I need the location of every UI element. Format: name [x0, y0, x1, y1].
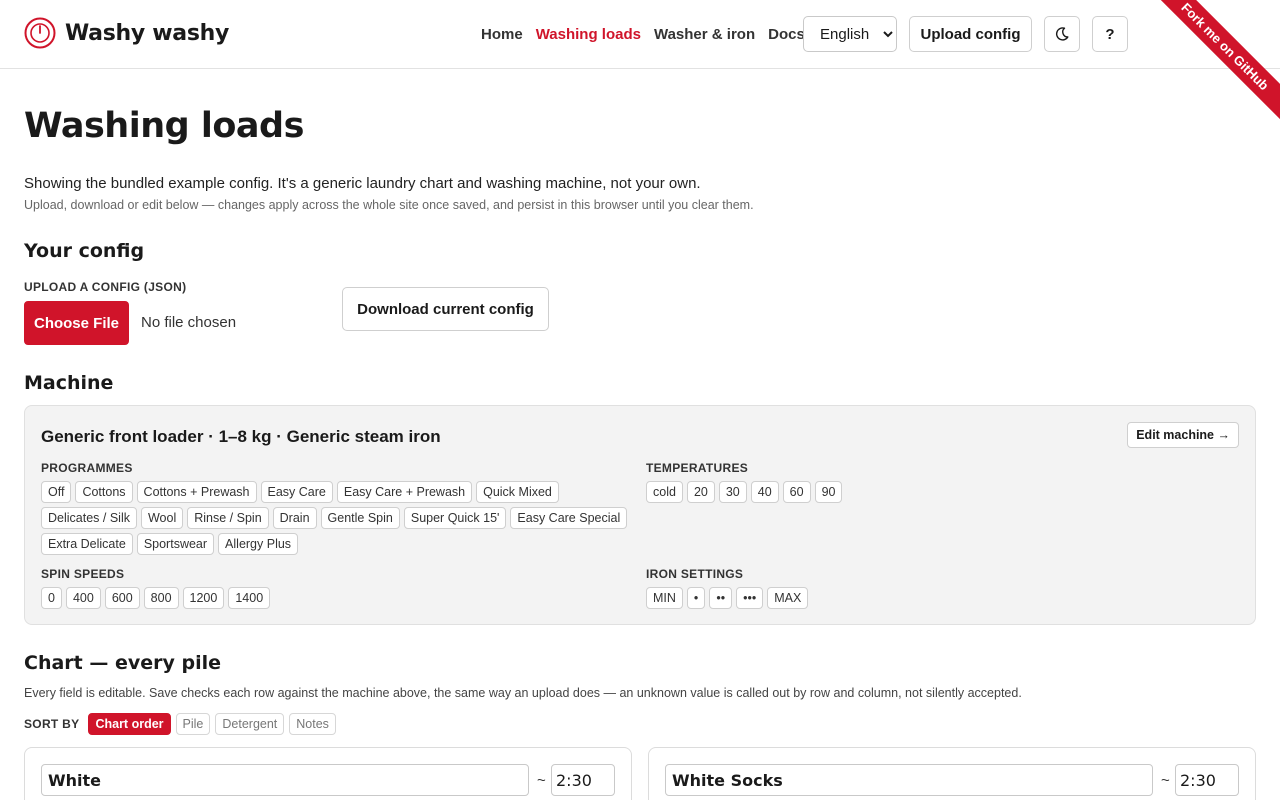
temperature-chip: cold [646, 481, 683, 503]
temperatures-group: TEMPERATURES cold 20 30 40 60 90 [646, 461, 1236, 503]
intro-subtext: Upload, download or edit below — changes… [24, 198, 754, 212]
pile-time-input[interactable] [1175, 764, 1239, 796]
pile-time-input[interactable] [551, 764, 615, 796]
programme-chip: Super Quick 15' [403, 507, 507, 529]
main-nav: Home Washing loads Washer & iron Docs [481, 16, 818, 52]
iron-settings-label: IRON SETTINGS [646, 567, 744, 581]
nav-home[interactable]: Home [481, 26, 523, 43]
programme-chip: Rinse / Spin [187, 507, 269, 529]
programme-chip: Easy Care + Prewash [336, 481, 473, 503]
programme-chip: Easy Care [260, 481, 333, 503]
temperature-chip: 60 [782, 481, 811, 503]
spin-speed-chip: 600 [104, 587, 140, 609]
sort-option-notes[interactable]: Notes [289, 713, 336, 735]
temperature-chip: 20 [686, 481, 715, 503]
temperature-chip: 90 [814, 481, 843, 503]
spin-speed-chip: 800 [143, 587, 179, 609]
nav-washer-iron[interactable]: Washer & iron [654, 26, 755, 43]
pile-name-input[interactable] [41, 764, 529, 796]
upload-config-label: UPLOAD A CONFIG (JSON) [24, 280, 187, 294]
temperature-chip: 30 [718, 481, 747, 503]
pile-name-input[interactable] [665, 764, 1153, 796]
programme-chip: Extra Delicate [41, 533, 133, 555]
nav-washing-loads[interactable]: Washing loads [536, 26, 641, 43]
brand-name: Washy washy [65, 20, 230, 46]
programme-chip: Wool [140, 507, 184, 529]
sort-by-label: SORT BY [24, 717, 80, 731]
pile-card: ~ [24, 747, 632, 800]
programme-chip: Gentle Spin [320, 507, 400, 529]
theme-toggle-button[interactable] [1044, 16, 1080, 52]
iron-setting-chip: ••• [736, 587, 764, 609]
spin-speeds-label: SPIN SPEEDS [41, 567, 125, 581]
iron-setting-chip: MIN [646, 587, 683, 609]
brand[interactable]: Washy washy [24, 17, 229, 49]
iron-settings-list: MIN • •• ••• MAX [646, 587, 1236, 609]
sort-option-detergent[interactable]: Detergent [215, 713, 285, 735]
programme-chip: Drain [272, 507, 317, 529]
programme-chip: Cottons [75, 481, 133, 503]
sort-bar: SORT BY Chart order Pile Detergent Notes [24, 713, 336, 735]
spin-speed-chip: 1400 [228, 587, 271, 609]
temperature-chip: 40 [750, 481, 779, 503]
edit-machine-button[interactable]: Edit machine → [1127, 422, 1239, 448]
chart-heading: Chart — every pile [24, 652, 222, 674]
sort-option-pile[interactable]: Pile [175, 713, 211, 735]
programmes-group: PROGRAMMES Off Cottons Cottons + Prewash Ea… [41, 461, 641, 555]
intro-text: Showing the bundled example config. It's… [24, 175, 701, 192]
approx-symbol: ~ [537, 772, 546, 789]
pile-card: ~ [648, 747, 1256, 800]
github-ribbon[interactable]: Fork me on GitHub [1150, 0, 1280, 130]
github-ribbon-label[interactable]: Fork me on GitHub [1150, 0, 1280, 130]
machine-card: Generic front loader · 1–8 kg · Generic … [24, 405, 1256, 625]
spin-speed-chip: 1200 [182, 587, 225, 609]
choose-file-button[interactable]: Choose File [24, 301, 129, 345]
sort-option-chart-order[interactable]: Chart order [88, 713, 171, 735]
programmes-list: Off Cottons Cottons + Prewash Easy Care Easy… [41, 481, 641, 555]
machine-heading: Machine [24, 372, 114, 394]
iron-settings-group: IRON SETTINGS MIN • •• ••• MAX [646, 567, 1236, 609]
programme-chip: Delicates / Silk [41, 507, 137, 529]
programme-chip: Allergy Plus [218, 533, 299, 555]
iron-setting-chip: •• [709, 587, 733, 609]
chart-description: Every field is editable. Save checks eac… [24, 686, 1022, 700]
programme-chip: Off [41, 481, 72, 503]
help-button[interactable]: ? [1092, 16, 1128, 52]
moon-icon [1055, 27, 1069, 41]
machine-name: Generic front loader · 1–8 kg · Generic … [41, 427, 441, 446]
programmes-label: PROGRAMMES [41, 461, 133, 475]
top-bar: Washy washy Home Washing loads Washer & … [0, 0, 1280, 69]
page-title: Washing loads [24, 106, 304, 146]
iron-setting-chip: • [686, 587, 706, 609]
washing-machine-logo-icon [24, 17, 56, 49]
spin-speed-chip: 400 [65, 587, 101, 609]
programme-chip: Quick Mixed [476, 481, 559, 503]
spin-speeds-group: SPIN SPEEDS 0 400 600 800 1200 1400 [41, 567, 641, 609]
upload-config-button[interactable]: Upload config [909, 16, 1032, 52]
programme-chip: Sportswear [136, 533, 215, 555]
approx-symbol: ~ [1161, 772, 1170, 789]
config-heading: Your config [24, 240, 145, 262]
spin-speed-chip: 0 [41, 587, 62, 609]
language-select[interactable]: English [803, 16, 897, 52]
nav-docs[interactable]: Docs [768, 26, 805, 43]
programme-chip: Cottons + Prewash [136, 481, 257, 503]
iron-setting-chip: MAX [767, 587, 809, 609]
temperatures-list: cold 20 30 40 60 90 [646, 481, 1236, 503]
file-status: No file chosen [141, 314, 237, 331]
download-config-button[interactable]: Download current config [342, 287, 549, 331]
temperatures-label: TEMPERATURES [646, 461, 749, 475]
spin-speeds-list: 0 400 600 800 1200 1400 [41, 587, 641, 609]
programme-chip: Easy Care Special [510, 507, 628, 529]
